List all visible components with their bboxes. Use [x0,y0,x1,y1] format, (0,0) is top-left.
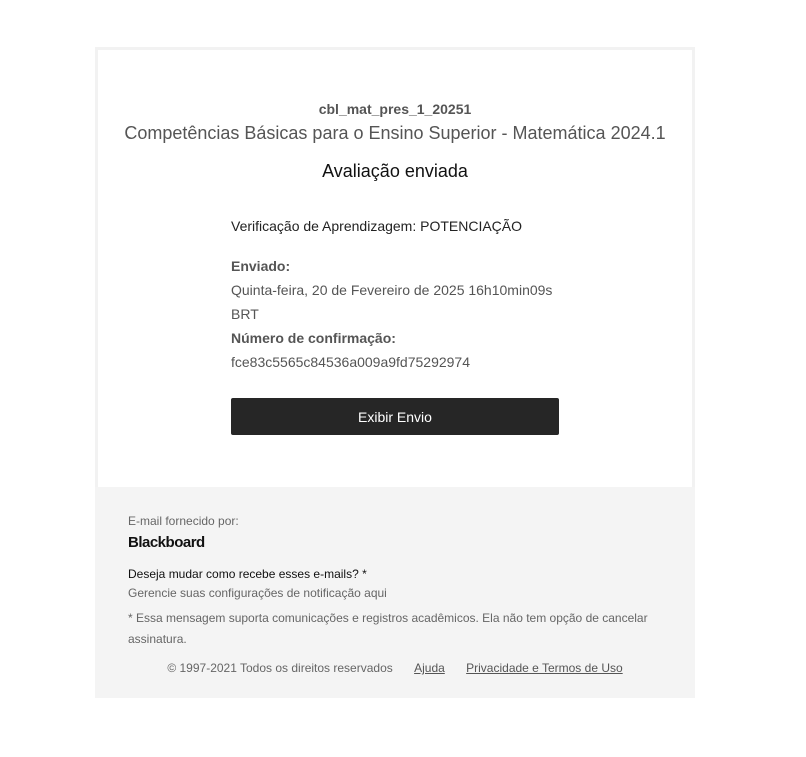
email-card: cbl_mat_pres_1_20251 Competências Básica… [95,47,695,490]
sent-timezone: BRT [231,306,259,322]
sent-value: Quinta-feira, 20 de Fevereiro de 2025 16… [231,282,553,298]
course-code: cbl_mat_pres_1_20251 [318,101,472,117]
footer-links: © 1997-2021 Todos os direitos reservados… [95,661,695,675]
assessment-name: Verificação de Aprendizagem: POTENCIAÇÃO [231,218,523,234]
provided-by-label: E-mail fornecido por: [128,514,239,528]
blackboard-logo: Blackboard [128,534,205,551]
note-text: * Essa mensagem suporta comunicações e r… [128,611,648,646]
submission-details: Verificação de Aprendizagem: POTENCIAÇÃO… [231,218,559,435]
course-name: Competências Básicas para o Ensino Super… [124,123,666,143]
page-title: Avaliação enviada [322,161,468,181]
privacy-link[interactable]: Privacidade e Termos de Uso [466,661,623,675]
confirmation-label: Número de confirmação: [231,330,396,346]
copyright: © 1997-2021 Todos os direitos reservados [167,661,393,675]
confirmation-value: fce83c5565c84536a009a9fd75292974 [231,354,471,370]
email-main: cbl_mat_pres_1_20251 Competências Básica… [98,50,692,490]
change-question: Deseja mudar como recebe esses e-mails? … [128,567,367,581]
sent-label: Enviado: [231,258,291,274]
view-submission-button[interactable]: Exibir Envio [231,398,559,435]
email-footer: E-mail fornecido por: Blackboard Deseja … [95,487,695,698]
help-link[interactable]: Ajuda [414,661,445,675]
manage-notifications-link[interactable]: Gerencie suas configurações de notificaç… [128,586,387,600]
